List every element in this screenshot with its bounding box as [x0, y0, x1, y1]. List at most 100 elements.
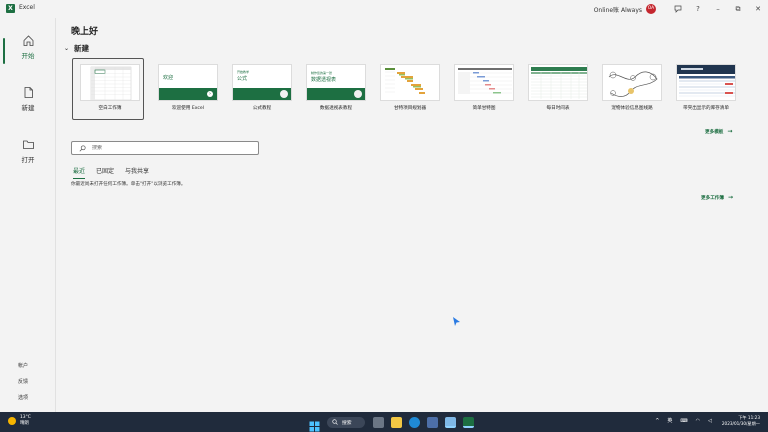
user-name[interactable]: Online账 Always	[594, 5, 642, 14]
thumb-text: 欢迎	[163, 75, 174, 81]
clock[interactable]: 下午 11:23 2023/01/30/星期一	[722, 415, 760, 426]
template-pet-infographic[interactable]: 宠物体验信息图线路	[602, 58, 674, 118]
app-title: Excel	[19, 4, 35, 11]
clock-date: 2023/01/30/星期一	[721, 420, 760, 426]
folder-icon	[22, 140, 34, 149]
template-thumbnail	[528, 64, 588, 101]
windows-start-icon[interactable]	[309, 417, 320, 431]
home-icon	[23, 35, 33, 46]
main-content: 晚上好 ⌄ 新建 空白工作簿 欢迎 › 欢迎使用 Excel 开始教学 公式 公…	[57, 18, 768, 412]
template-thumbnail: 制作您的第一张 数据透视表	[306, 64, 366, 101]
wifi-icon[interactable]: ◠	[696, 418, 700, 424]
new-section-title: 新建	[74, 44, 90, 53]
chevron-up-icon[interactable]: ^	[655, 418, 659, 424]
arrow-right-icon: →	[727, 128, 733, 135]
file-tabs: 最近 已固定 与我共享	[73, 166, 160, 179]
arrow-right-icon: ›	[207, 91, 213, 97]
weather-desc: 晴朗	[20, 420, 29, 426]
thumb-subtext: 制作您的第一张	[311, 71, 333, 75]
template-thumbnail: 开始教学 公式	[232, 64, 292, 101]
mouse-cursor-icon	[453, 317, 460, 326]
template-thumbnail	[80, 64, 140, 101]
template-label: 宠物体验信息图线路	[611, 106, 653, 111]
sidebar-item-open[interactable]: 打开	[0, 132, 56, 178]
sidebar-item-feedback[interactable]: 反馈	[18, 378, 28, 385]
thumb-subtext: 开始教学	[237, 70, 250, 74]
greeting: 晚上好	[71, 27, 99, 37]
close-button[interactable]: ✕	[748, 0, 768, 18]
template-formulas[interactable]: 开始教学 公式 公式教程	[232, 58, 304, 118]
minimize-button[interactable]: –	[708, 0, 728, 18]
sidebar-item-account[interactable]: 帐户	[18, 362, 28, 369]
avatar[interactable]: OA	[646, 4, 656, 14]
template-label: 简单甘特图	[472, 106, 496, 111]
arrow-right-icon: →	[727, 194, 734, 201]
more-templates-link[interactable]: 更多模板 →	[705, 128, 732, 135]
tab-shared[interactable]: 与我共享	[125, 166, 149, 179]
file-explorer-icon[interactable]	[390, 416, 402, 428]
template-blank-workbook[interactable]: 空白工作簿	[72, 58, 152, 120]
new-section-header[interactable]: ⌄ 新建	[64, 43, 89, 54]
empty-recent-message: 你最近尚未打开任何工作簿。单击"打开"以浏览工作簿。	[71, 182, 186, 187]
task-view-icon[interactable]	[372, 416, 384, 428]
template-welcome[interactable]: 欢迎 › 欢迎使用 Excel	[158, 58, 230, 118]
restore-button[interactable]: ⧉	[728, 0, 748, 18]
help-button[interactable]: ?	[688, 0, 708, 18]
excel-taskbar-icon[interactable]	[462, 416, 474, 428]
search-icon	[332, 419, 338, 425]
taskbar: 13°C 晴朗 搜索 ^ 英 ⌨ ◠ ◁ 下午 11:23 2023/01/30…	[0, 412, 768, 432]
title-bar: X Excel Online账 Always OA ? – ⧉ ✕	[0, 0, 768, 18]
taskbar-apps: 搜索	[305, 415, 477, 431]
template-label: 欢迎使用 Excel	[171, 106, 204, 111]
template-label: 甘特项目规划器	[393, 106, 427, 111]
sidebar: 开始 新建 打开 帐户 反馈 选项	[0, 18, 56, 412]
sidebar-item-new[interactable]: 新建	[0, 80, 56, 126]
app-pinned-icon[interactable]	[444, 416, 456, 428]
sidebar-item-options[interactable]: 选项	[18, 394, 28, 401]
template-thumbnail	[676, 64, 736, 101]
active-indicator	[3, 38, 5, 64]
template-inventory-list[interactable]: 带突出显示的库存清单	[676, 58, 748, 118]
template-thumbnail	[454, 64, 514, 101]
more-workbooks-link[interactable]: 更多工作簿 →	[701, 194, 733, 201]
template-label: 每日时间表	[546, 106, 570, 111]
chevron-down-icon: ⌄	[64, 45, 70, 52]
feedback-icon[interactable]	[668, 0, 688, 18]
sidebar-item-label: 新建	[21, 104, 35, 112]
template-gantt-planner[interactable]: 甘特项目规划器	[380, 58, 452, 118]
template-label: 空白工作簿	[98, 106, 122, 111]
search-box[interactable]	[71, 141, 259, 155]
thumb-text: 公式	[237, 76, 248, 82]
badge-icon	[354, 90, 362, 98]
search-icon	[79, 144, 86, 151]
template-daily-schedule[interactable]: 每日时间表	[528, 58, 600, 118]
template-label: 公式教程	[252, 106, 272, 111]
store-icon[interactable]	[426, 416, 438, 428]
weather-text: 13°C 晴朗	[20, 415, 31, 426]
search-input[interactable]	[92, 145, 242, 151]
taskbar-search-label: 搜索	[342, 420, 352, 426]
template-thumbnail	[602, 64, 662, 101]
sidebar-item-label: 开始	[21, 52, 35, 60]
keyboard-icon[interactable]: ⌨	[680, 418, 687, 424]
taskbar-search[interactable]: 搜索	[327, 416, 365, 428]
sidebar-item-home[interactable]: 开始	[0, 28, 56, 74]
ime-indicator[interactable]: 英	[667, 417, 672, 424]
weather-temp: 13°C	[20, 415, 31, 420]
template-simple-gantt[interactable]: 简单甘特图	[454, 58, 526, 118]
system-tray: ^ 英 ⌨ ◠ ◁ 下午 11:23 2023/01/30/星期一	[647, 415, 760, 426]
edge-browser-icon[interactable]	[408, 416, 420, 428]
template-label: 数据透视表教程	[319, 106, 353, 111]
template-pivot-tutorial[interactable]: 制作您的第一张 数据透视表 数据透视表教程	[306, 58, 378, 118]
new-document-icon	[24, 87, 33, 98]
weather-widget[interactable]: 13°C 晴朗	[8, 415, 31, 426]
more-templates-label: 更多模板	[705, 130, 724, 135]
template-thumbnail	[380, 64, 440, 101]
weather-moon-icon	[8, 416, 16, 425]
template-thumbnail: 欢迎 ›	[158, 64, 218, 101]
tab-recent[interactable]: 最近	[73, 166, 86, 179]
title-bar-controls: Online账 Always OA ? – ⧉ ✕	[594, 0, 768, 18]
speaker-icon[interactable]: ◁	[708, 418, 712, 424]
sidebar-item-label: 打开	[21, 156, 35, 164]
tab-pinned[interactable]: 已固定	[96, 166, 114, 179]
